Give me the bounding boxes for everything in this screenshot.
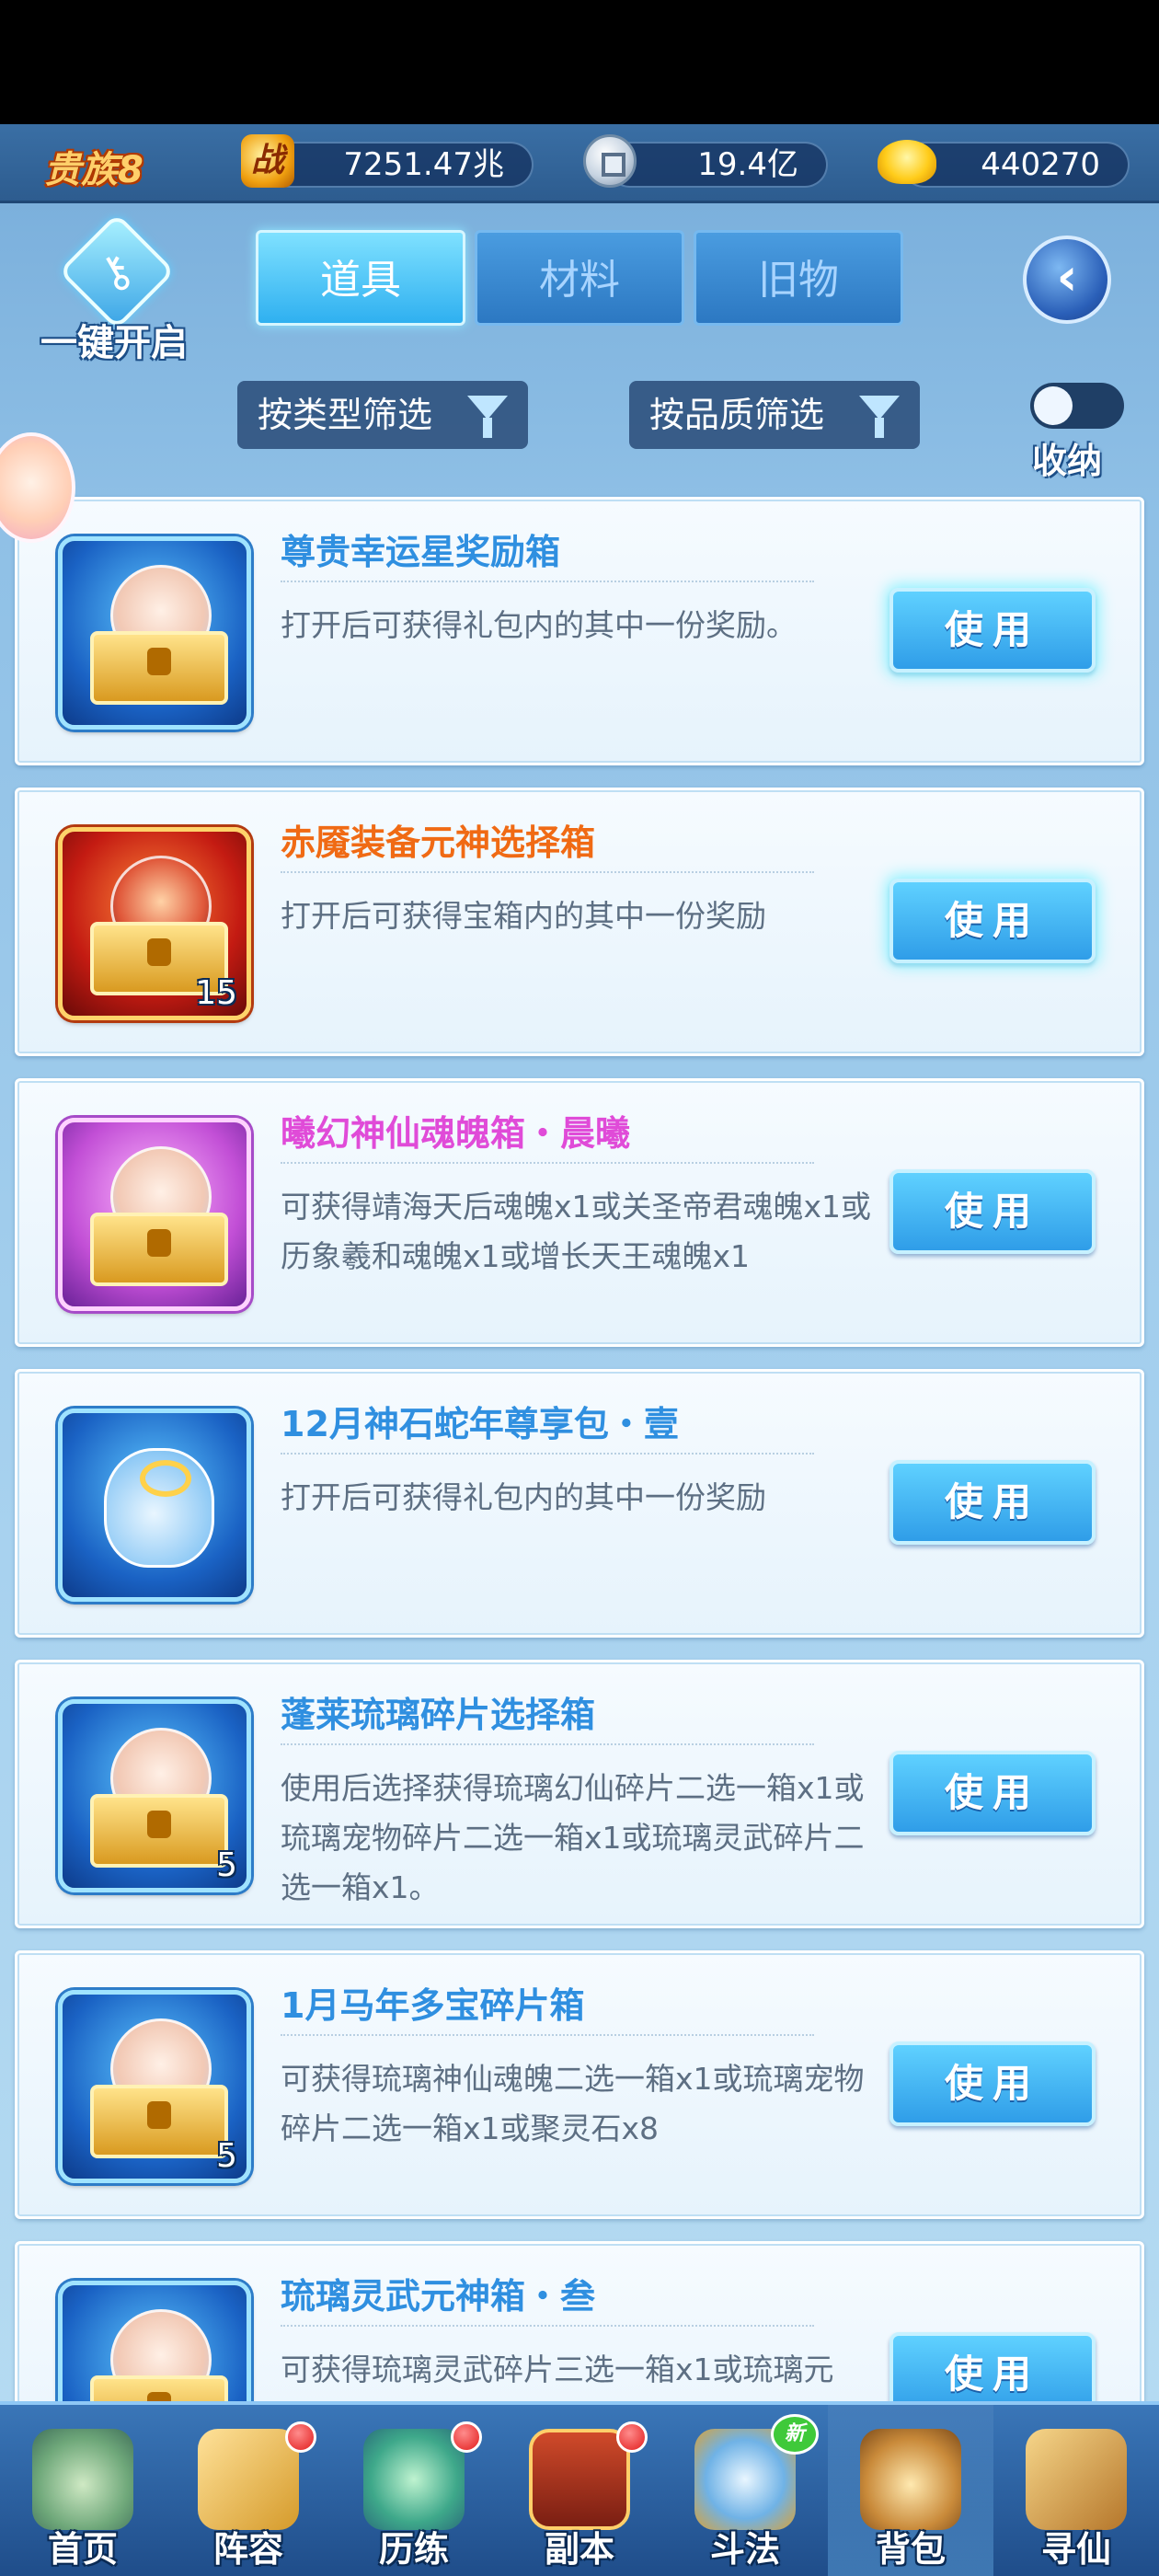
nav-label: 副本 xyxy=(544,2529,614,2570)
divider xyxy=(281,1743,814,1745)
item-title: 尊贵幸运星奖励箱 xyxy=(281,532,561,572)
use-button[interactable]: 使用 xyxy=(889,2041,1096,2126)
collapse-toggle[interactable] xyxy=(1030,383,1124,429)
collapse-label: 收纳 xyxy=(1032,441,1103,481)
notification-dot xyxy=(451,2421,482,2453)
nav-label: 寻仙 xyxy=(1040,2529,1111,2570)
one-key-open-label: 一键开启 xyxy=(40,322,188,364)
nav-backpack[interactable]: 背包 xyxy=(828,2405,993,2576)
app-root: 贵族8 7251.47兆 战 19.4亿 440270 ⚷ 一键开启 道具 材料… xyxy=(0,0,1159,2576)
item-icon[interactable] xyxy=(58,1118,251,1311)
item-icon[interactable]: 5 xyxy=(58,1990,251,2183)
filter-by-quality-button[interactable]: 按品质筛选 xyxy=(629,381,920,449)
status-bar xyxy=(0,0,1159,124)
nav-label: 阵容 xyxy=(212,2529,283,2570)
nav-label: 首页 xyxy=(47,2529,118,2570)
item-description: 使用后选择获得琉璃幻仙碎片二选一箱x1或琉璃宠物碎片二选一箱x1或琉璃灵武碎片二… xyxy=(281,1770,865,1905)
home-icon xyxy=(32,2429,133,2530)
item-description: 可获得琉璃神仙魂魄二选一箱x1或琉璃宠物碎片二选一箱x1或聚灵石x8 xyxy=(281,2061,865,2146)
filter-by-type-label: 按类型筛选 xyxy=(258,395,433,435)
tab-materials[interactable]: 材料 xyxy=(475,230,684,326)
filter-by-quality-label: 按品质筛选 xyxy=(649,395,825,435)
back-arrow-icon: ‹ xyxy=(1056,247,1078,307)
item-title: 赤魇装备元神选择箱 xyxy=(281,822,596,863)
list-item: 5 蓬莱琉璃碎片选择箱 使用后选择获得琉璃幻仙碎片二选一箱x1或琉璃宠物碎片二选… xyxy=(15,1660,1144,1928)
item-description: 可获得靖海天后魂魄x1或关圣帝君魂魄x1或历象羲和魂魄x1或增长天王魂魄x1 xyxy=(281,1189,872,1274)
divider xyxy=(281,1453,814,1455)
nav-dungeon[interactable]: 副本 xyxy=(497,2405,662,2576)
notification-dot xyxy=(285,2421,316,2453)
power-icon: 战 xyxy=(241,134,294,188)
item-description: 打开后可获得宝箱内的其中一份奖励 xyxy=(281,898,766,934)
item-count: 15 xyxy=(195,974,237,1012)
tab-relics[interactable]: 旧物 xyxy=(694,230,903,326)
item-icon[interactable] xyxy=(58,1409,251,1602)
use-button[interactable]: 使用 xyxy=(889,1169,1096,1254)
item-title: 曦幻神仙魂魄箱・晨曦 xyxy=(281,1113,631,1154)
toggle-knob xyxy=(1034,386,1073,425)
nav-training[interactable]: 历练 xyxy=(331,2405,497,2576)
funnel-icon xyxy=(467,396,508,438)
nav-seek-immortal[interactable]: 寻仙 xyxy=(993,2405,1159,2576)
chest-icon xyxy=(90,2085,228,2158)
item-title: 12月神石蛇年尊享包・壹 xyxy=(281,1404,679,1444)
chest-icon xyxy=(90,1794,228,1868)
bottom-nav: 首页 阵容 历练 副本 新 斗法 背包 寻仙 xyxy=(0,2401,1159,2576)
use-button[interactable]: 使用 xyxy=(889,879,1096,963)
item-description: 可获得琉璃灵武碎片三选一箱x1或琉璃元 xyxy=(281,2352,834,2387)
nav-lineup[interactable]: 阵容 xyxy=(166,2405,331,2576)
funnel-icon xyxy=(859,396,900,438)
list-item: 尊贵幸运星奖励箱 打开后可获得礼包内的其中一份奖励。 使用 xyxy=(15,497,1144,765)
item-description: 打开后可获得礼包内的其中一份奖励 xyxy=(281,1479,766,1515)
notification-dot xyxy=(616,2421,648,2453)
nav-battle[interactable]: 新 斗法 xyxy=(662,2405,828,2576)
item-title: 蓬莱琉璃碎片选择箱 xyxy=(281,1695,596,1735)
divider xyxy=(281,581,814,582)
divider xyxy=(281,2034,814,2036)
new-badge: 新 xyxy=(771,2414,819,2455)
nav-label: 背包 xyxy=(875,2529,946,2570)
one-key-open-button[interactable]: ⚷ 一键开启 xyxy=(22,213,206,364)
backpack-icon xyxy=(860,2429,961,2530)
item-description: 打开后可获得礼包内的其中一份奖励。 xyxy=(281,607,797,643)
item-count: 5 xyxy=(216,1846,237,1884)
nav-label: 历练 xyxy=(378,2529,449,2570)
use-button[interactable]: 使用 xyxy=(889,1460,1096,1545)
nav-home[interactable]: 首页 xyxy=(0,2405,166,2576)
silver-value: 19.4亿 xyxy=(607,142,828,188)
list-item: 曦幻神仙魂魄箱・晨曦 可获得靖海天后魂魄x1或关圣帝君魂魄x1或历象羲和魂魄x1… xyxy=(15,1078,1144,1347)
item-icon[interactable]: 5 xyxy=(58,1699,251,1892)
seek-immortal-icon xyxy=(1026,2429,1127,2530)
back-button[interactable]: ‹ xyxy=(1023,236,1111,324)
item-icon[interactable]: 15 xyxy=(58,827,251,1020)
divider xyxy=(281,1162,814,1164)
divider xyxy=(281,871,814,873)
item-title: 琉璃灵武元神箱・叁 xyxy=(281,2276,596,2317)
power-value: 7251.47兆 xyxy=(267,142,534,188)
category-tabs: 道具 材料 旧物 xyxy=(256,230,905,326)
chest-icon xyxy=(90,1213,228,1286)
use-button[interactable]: 使用 xyxy=(889,1751,1096,1835)
chest-icon xyxy=(90,631,228,705)
item-title: 1月马年多宝碎片箱 xyxy=(281,1985,585,2026)
nav-label: 斗法 xyxy=(709,2529,780,2570)
use-button[interactable]: 使用 xyxy=(889,588,1096,673)
gift-bag-icon xyxy=(104,1448,214,1568)
dungeon-icon xyxy=(529,2429,630,2530)
vip-level[interactable]: 贵族8 xyxy=(44,140,143,193)
lineup-icon xyxy=(198,2429,299,2530)
training-icon xyxy=(363,2429,465,2530)
list-item: 5 1月马年多宝碎片箱 可获得琉璃神仙魂魄二选一箱x1或琉璃宠物碎片二选一箱x1… xyxy=(15,1950,1144,2219)
item-icon[interactable] xyxy=(58,536,251,730)
gold-ingot-icon xyxy=(878,140,936,184)
filter-by-type-button[interactable]: 按类型筛选 xyxy=(237,381,528,449)
item-count: 5 xyxy=(216,2137,237,2175)
list-item: 15 赤魇装备元神选择箱 打开后可获得宝箱内的其中一份奖励 使用 xyxy=(15,788,1144,1056)
list-item: 12月神石蛇年尊享包・壹 打开后可获得礼包内的其中一份奖励 使用 xyxy=(15,1369,1144,1638)
divider xyxy=(281,2325,814,2327)
tab-items[interactable]: 道具 xyxy=(256,230,465,326)
silver-coin-icon xyxy=(583,134,637,188)
